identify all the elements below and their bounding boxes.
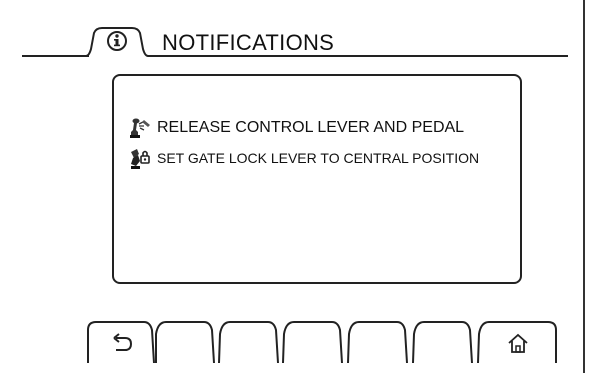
header-divider-left (22, 55, 89, 57)
back-arrow-icon (113, 333, 133, 351)
notification-text: SET GATE LOCK LEVER TO CENTRAL POSITION (157, 150, 480, 166)
notification-item: SET GATE LOCK LEVER TO CENTRAL POSITION (128, 146, 479, 170)
notification-text: RELEASE CONTROL LEVER AND PEDAL (157, 119, 465, 136)
softkey-2[interactable] (155, 321, 215, 364)
softkey-6[interactable] (412, 321, 473, 364)
softkey-back[interactable] (87, 321, 155, 364)
info-icon (107, 31, 127, 51)
notification-item: RELEASE CONTROL LEVER AND PEDAL (128, 116, 464, 140)
softkey-5[interactable] (347, 321, 408, 364)
home-icon (508, 333, 528, 353)
softkey-home[interactable] (477, 321, 557, 364)
info-tab[interactable] (86, 27, 148, 57)
control-lever-pedal-icon (130, 118, 150, 138)
softkey-bar (87, 321, 557, 364)
softkey-4[interactable] (282, 321, 343, 364)
page-title: NOTIFICATIONS (162, 30, 335, 55)
notification-panel: RELEASE CONTROL LEVER AND PEDAL SET GATE… (112, 74, 522, 284)
softkey-3[interactable] (218, 321, 279, 364)
gate-lock-lever-icon (131, 149, 150, 169)
